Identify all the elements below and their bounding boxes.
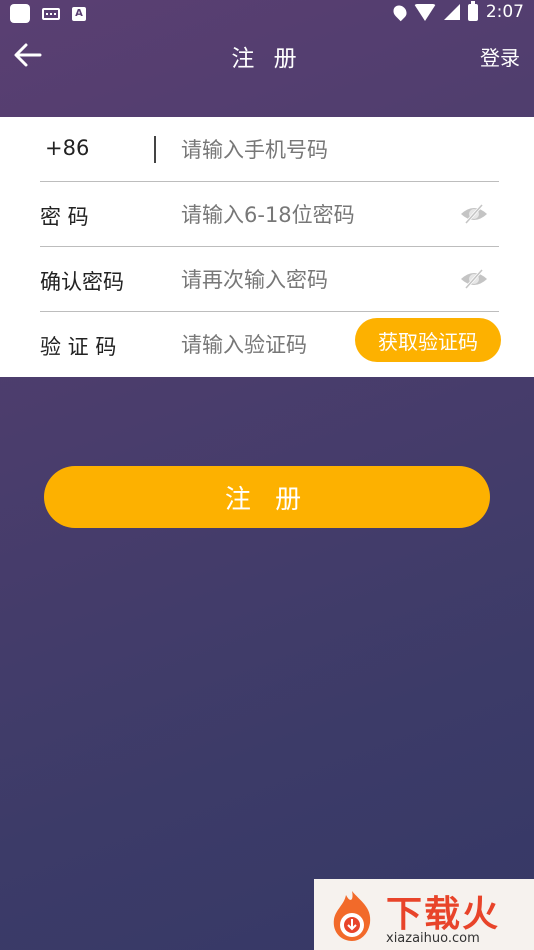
country-code[interactable]: +86: [45, 136, 89, 160]
watermark-text: 下载火: [386, 894, 501, 935]
confirm-password-row: 确认密码: [40, 247, 499, 312]
confirm-password-input[interactable]: [181, 261, 441, 299]
watermark-url: xiazaihuo.com: [386, 931, 480, 946]
keyboard-icon: [42, 7, 60, 20]
code-row: 验 证 码 获取验证码: [40, 312, 501, 377]
eye-off-icon[interactable]: [459, 267, 489, 291]
flame-logo-icon: [333, 891, 371, 941]
phone-row: +86: [40, 117, 499, 182]
confirm-password-label: 确认密码: [40, 270, 124, 294]
wifi-icon: [413, 3, 436, 21]
password-row: 密 码: [40, 182, 499, 247]
app-header: 注 册 登录: [0, 27, 534, 83]
password-label: 密 码: [40, 205, 89, 229]
phone-input[interactable]: [181, 131, 441, 169]
eye-off-icon[interactable]: [459, 202, 489, 226]
code-label: 验 证 码: [40, 335, 117, 359]
signal-icon: [443, 4, 460, 20]
register-button[interactable]: 注 册: [44, 466, 490, 528]
get-code-button[interactable]: 获取验证码: [355, 318, 501, 362]
status-bar: A 2:07: [0, 0, 534, 27]
register-form: +86 密 码 确认密码 验 证 码 获取验证码: [0, 117, 534, 377]
divider: [154, 136, 156, 163]
watermark: 下载火 xiazaihuo.com: [314, 879, 534, 950]
status-time: 2:07: [485, 2, 524, 22]
code-input[interactable]: [181, 326, 351, 364]
a-icon: A: [72, 6, 86, 21]
page-title: 注 册: [231, 46, 303, 72]
password-input[interactable]: [181, 196, 441, 234]
location-icon: [390, 2, 410, 22]
battery-icon: [467, 0, 478, 21]
app-icon: [10, 4, 30, 23]
login-link[interactable]: 登录: [480, 42, 520, 71]
